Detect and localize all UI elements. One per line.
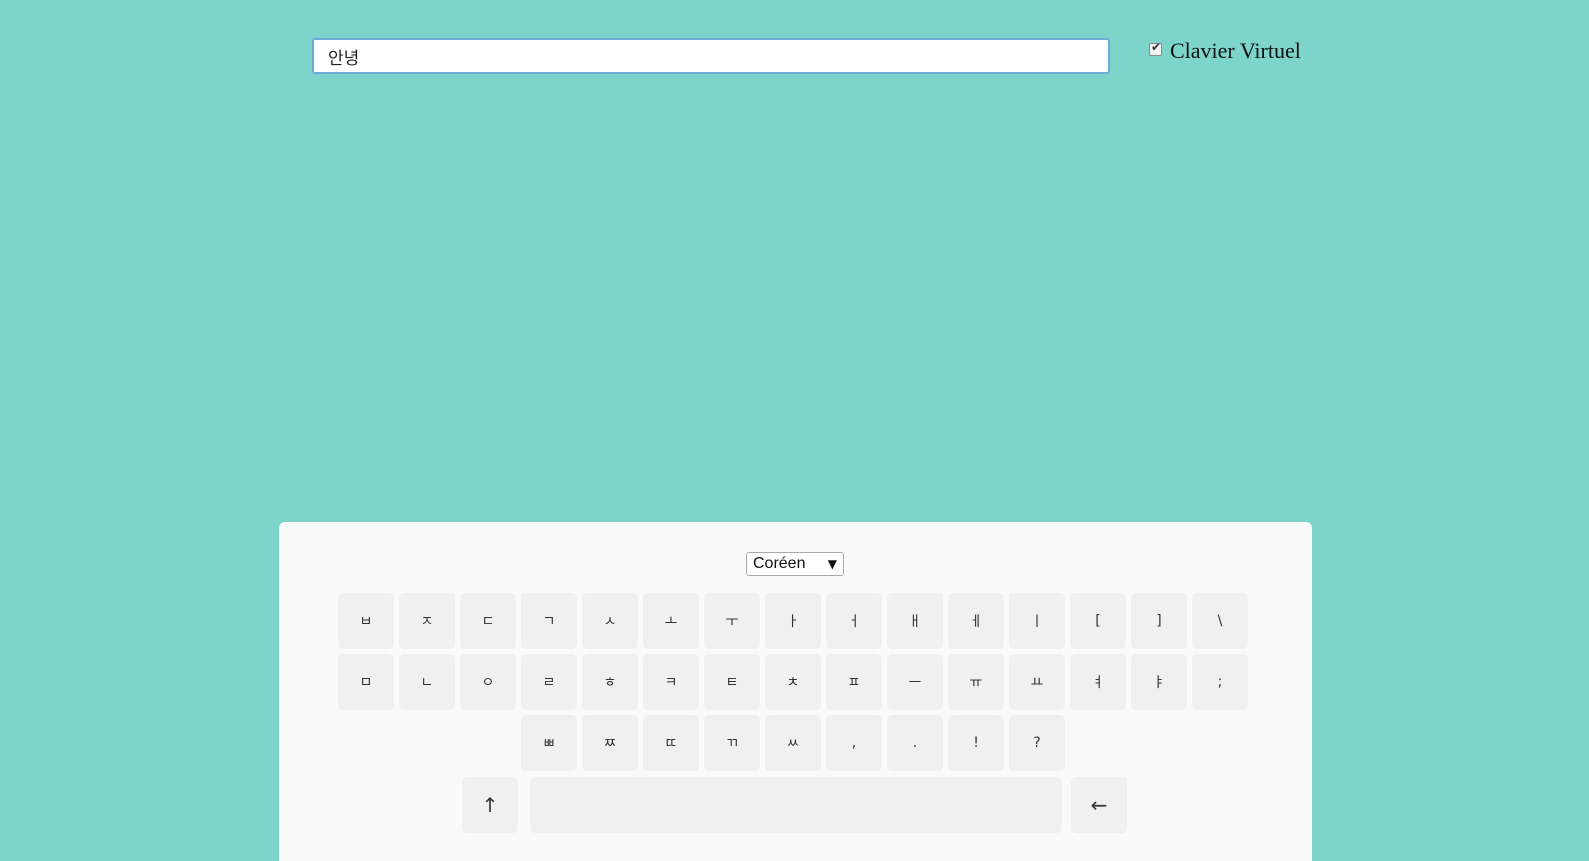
key-eu[interactable]: ㅡ bbox=[887, 654, 943, 710]
key-ssangsiot[interactable]: ㅆ bbox=[765, 715, 821, 771]
key-ssangbieup[interactable]: ㅃ bbox=[521, 715, 577, 771]
language-select-value: Coréen bbox=[753, 555, 806, 572]
key-backslash[interactable]: \ bbox=[1192, 593, 1248, 649]
key-rieul[interactable]: ㄹ bbox=[521, 654, 577, 710]
backspace-arrow-icon: ← bbox=[1090, 793, 1108, 817]
key-period[interactable]: . bbox=[887, 715, 943, 771]
key-hieut[interactable]: ㅎ bbox=[582, 654, 638, 710]
key-e[interactable]: ㅔ bbox=[948, 593, 1004, 649]
key-jieut[interactable]: ㅈ bbox=[399, 593, 455, 649]
key-ya[interactable]: ㅑ bbox=[1131, 654, 1187, 710]
key-yeo[interactable]: ㅕ bbox=[1070, 654, 1126, 710]
key-yu[interactable]: ㅠ bbox=[948, 654, 1004, 710]
virtual-keyboard: Coréen ▼ ㅂ ㅈ ㄷ ㄱ ㅅ ㅗ ㅜ ㅏ ㅓ ㅐ ㅔ ㅣ [ ] \ ㅁ… bbox=[279, 522, 1312, 861]
key-pieup[interactable]: ㅍ bbox=[826, 654, 882, 710]
key-chieut[interactable]: ㅊ bbox=[765, 654, 821, 710]
key-ssanggiyeok[interactable]: ㄲ bbox=[704, 715, 760, 771]
key-ieung[interactable]: ㅇ bbox=[460, 654, 516, 710]
shift-key[interactable]: ↑ bbox=[462, 777, 518, 833]
shift-arrow-icon: ↑ bbox=[481, 793, 499, 817]
key-open-bracket[interactable]: [ bbox=[1070, 593, 1126, 649]
text-input[interactable] bbox=[312, 38, 1110, 74]
key-semicolon[interactable]: ; bbox=[1192, 654, 1248, 710]
key-nieun[interactable]: ㄴ bbox=[399, 654, 455, 710]
backspace-key[interactable]: ← bbox=[1071, 777, 1127, 833]
key-o[interactable]: ㅗ bbox=[643, 593, 699, 649]
key-ssangdigeut[interactable]: ㄸ bbox=[643, 715, 699, 771]
key-tieut[interactable]: ㅌ bbox=[704, 654, 760, 710]
key-yo[interactable]: ㅛ bbox=[1009, 654, 1065, 710]
key-siot[interactable]: ㅅ bbox=[582, 593, 638, 649]
key-close-bracket[interactable]: ] bbox=[1131, 593, 1187, 649]
key-u[interactable]: ㅜ bbox=[704, 593, 760, 649]
key-eo[interactable]: ㅓ bbox=[826, 593, 882, 649]
key-ae[interactable]: ㅐ bbox=[887, 593, 943, 649]
virtual-keyboard-label: Clavier Virtuel bbox=[1170, 38, 1301, 63]
key-i[interactable]: ㅣ bbox=[1009, 593, 1065, 649]
key-question[interactable]: ? bbox=[1009, 715, 1065, 771]
dropdown-arrow-icon: ▼ bbox=[827, 557, 837, 571]
virtual-keyboard-checkbox[interactable] bbox=[1149, 40, 1162, 56]
virtual-keyboard-toggle[interactable]: Clavier Virtuel bbox=[1149, 38, 1301, 64]
key-digeut[interactable]: ㄷ bbox=[460, 593, 516, 649]
language-select[interactable]: Coréen ▼ bbox=[746, 552, 844, 576]
space-key[interactable] bbox=[530, 777, 1062, 833]
key-giyeok[interactable]: ㄱ bbox=[521, 593, 577, 649]
key-ssangjieut[interactable]: ㅉ bbox=[582, 715, 638, 771]
key-comma[interactable]: , bbox=[826, 715, 882, 771]
key-kieuk[interactable]: ㅋ bbox=[643, 654, 699, 710]
key-exclamation[interactable]: ! bbox=[948, 715, 1004, 771]
key-mieum[interactable]: ㅁ bbox=[338, 654, 394, 710]
key-a[interactable]: ㅏ bbox=[765, 593, 821, 649]
key-bieup[interactable]: ㅂ bbox=[338, 593, 394, 649]
